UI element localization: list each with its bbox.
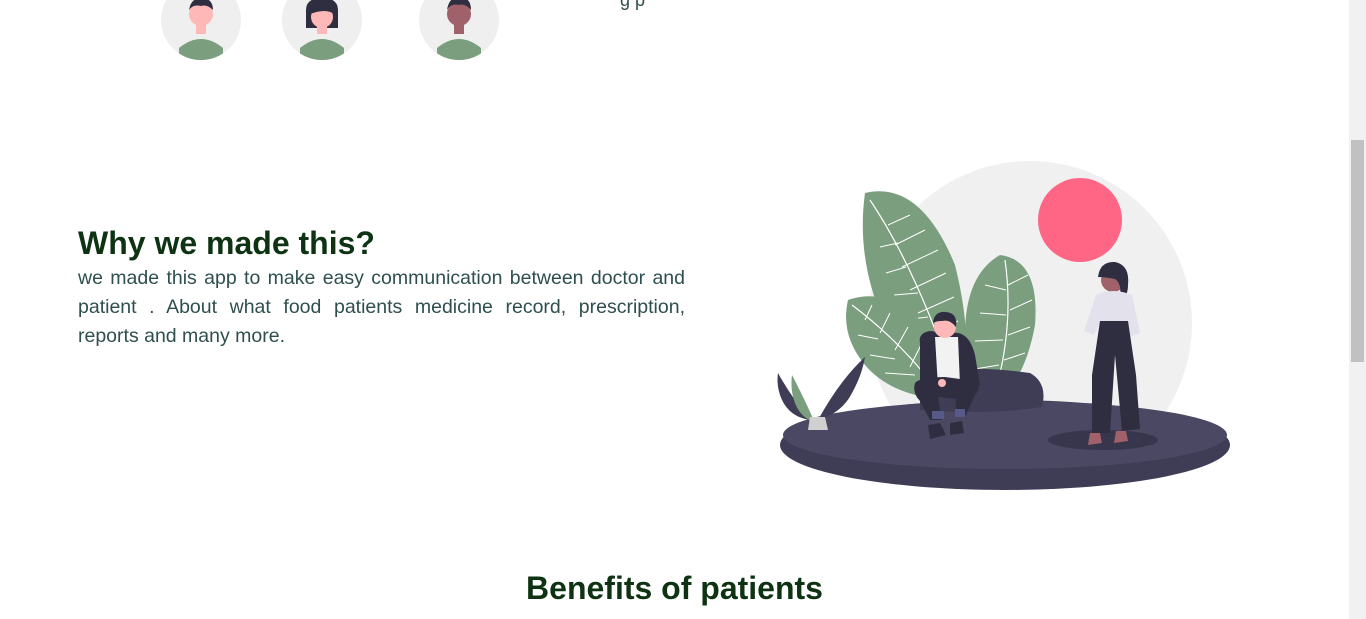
doctor-patient-illustration: [777, 161, 1230, 490]
page: g p Why we made this? we made this app t…: [0, 0, 1349, 619]
scrollbar-thumb[interactable]: [1351, 140, 1364, 362]
avatar-illustration-icon: [161, 0, 241, 60]
team-avatar-male: [161, 0, 241, 60]
team-caption-cut: g p: [620, 0, 646, 10]
benefits-heading: Benefits of patients: [526, 570, 823, 606]
why-description: we made this app to make easy communicat…: [78, 267, 685, 347]
avatar-illustration-icon: [419, 0, 499, 60]
sun-circle-icon: [1038, 178, 1122, 262]
team-avatar-female: [282, 0, 362, 60]
vertical-scrollbar[interactable]: [1349, 0, 1366, 619]
why-heading: Why we made this?: [78, 225, 375, 261]
team-avatar-male-dark: [419, 0, 499, 60]
avatar-illustration-icon: [282, 0, 362, 60]
why-section: Why we made this? we made this app to ma…: [78, 222, 685, 351]
